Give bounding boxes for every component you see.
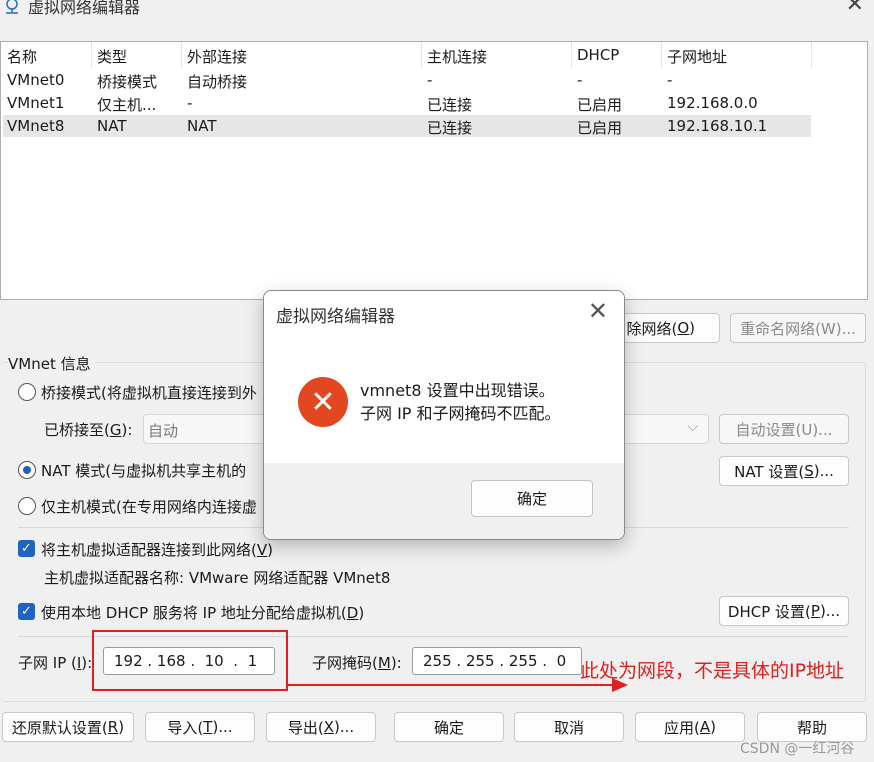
subnet-ip-label: 子网 IP (I): [18,654,93,672]
cell-external: NAT [187,117,217,135]
dialog-ok-button[interactable]: 确定 [471,480,593,517]
network-list[interactable]: 名称 类型 外部连接 主机连接 DHCP 子网地址 VMnet0 桥接模式 自动… [0,41,868,300]
nat-settings-button[interactable]: NAT 设置(S)... [719,456,849,486]
column-separator [811,42,812,68]
cell-subnet: - [667,71,673,89]
title-bar: 虚拟网络编辑器 ✕ [0,0,874,20]
table-row[interactable]: VMnet1 仅主机... - 已连接 已启用 192.168.0.0 [3,92,811,114]
dhcp-settings-button[interactable]: DHCP 设置(P)... [719,596,849,626]
column-separator [661,42,662,68]
connect-adapter-checkbox[interactable]: ✓ [18,540,35,557]
cell-name: VMnet1 [7,94,65,112]
chevron-down-icon: ⌵ [687,419,698,435]
column-header-external[interactable]: 外部连接 [187,46,247,67]
network-editor-icon [6,0,18,14]
vmnet-info-title: VMnet 信息 [8,353,95,374]
ok-button[interactable]: 确定 [394,712,504,742]
dialog-close-icon[interactable]: ✕ [588,297,608,325]
dhcp-label[interactable]: 使用本地 DHCP 服务将 IP 地址分配给虚拟机(D) [41,602,364,623]
window-close-icon[interactable]: ✕ [846,0,864,17]
error-message-line2: 子网 IP 和子网掩码不匹配。 [360,404,561,423]
nat-mode-radio[interactable] [18,461,36,479]
annotation-arrow [288,684,618,686]
annotation-text: 此处为网段，不是具体的IP地址 [580,660,845,682]
cell-type: 桥接模式 [97,73,158,91]
rename-network-button[interactable]: 重命名网络(W)... [730,313,866,343]
column-header-subnet[interactable]: 子网地址 [667,46,727,67]
apply-button[interactable]: 应用(A) [635,712,745,742]
cell-subnet: 192.168.10.1 [667,117,768,135]
bridged-mode-label[interactable]: 桥接模式(将虚拟机直接连接到外 [41,382,257,403]
table-row-selected[interactable]: VMnet8 NAT NAT 已连接 已启用 192.168.10.1 [3,115,811,137]
column-header-host[interactable]: 主机连接 [427,46,487,67]
nat-mode-label[interactable]: NAT 模式(与虚拟机共享主机的 [41,460,246,481]
restore-defaults-button[interactable]: 还原默认设置(R) [2,712,134,742]
column-separator [91,42,92,68]
bridged-to-value: 自动 [148,422,179,440]
subnet-mask-label: 子网掩码(M): [312,654,402,672]
column-separator [571,42,572,68]
cancel-button[interactable]: 取消 [514,712,624,742]
subnet-mask-input[interactable]: 255 . 255 . 255 . 0 [412,647,582,675]
error-icon: ✕ [298,377,348,427]
error-dialog: 虚拟网络编辑器 ✕ ✕ vmnet8 设置中出现错误。 子网 IP 和子网掩码不… [263,290,625,540]
column-header-name[interactable]: 名称 [7,46,37,67]
host-only-mode-radio[interactable] [18,497,36,515]
checkmark-icon: ✓ [21,604,32,619]
cell-host: 已连接 [427,96,473,114]
bridged-mode-radio[interactable] [18,383,36,401]
error-message-line1: vmnet8 设置中出现错误。 [360,381,555,400]
column-header-type[interactable]: 类型 [97,46,127,67]
window-title: 虚拟网络编辑器 [28,0,141,17]
column-separator [421,42,422,68]
cell-dhcp: - [577,71,583,89]
cell-subnet: 192.168.0.0 [667,94,758,112]
cell-dhcp: 已启用 [577,96,623,114]
annotation-box [92,630,288,691]
watermark: CSDN @一红河谷 [740,741,855,757]
cell-host: 已连接 [427,119,473,137]
export-button[interactable]: 导出(X)... [266,712,376,742]
dialog-title: 虚拟网络编辑器 [276,307,395,327]
cell-dhcp: 已启用 [577,119,623,137]
column-separator [181,42,182,68]
import-button[interactable]: 导入(T)... [145,712,255,742]
cell-name: VMnet0 [7,71,65,89]
checkmark-icon: ✓ [21,541,32,556]
adapter-name-label: 主机虚拟适配器名称: VMware 网络适配器 VMnet8 [44,569,391,587]
column-header-dhcp[interactable]: DHCP [577,46,619,64]
host-only-mode-label[interactable]: 仅主机模式(在专用网络内连接虚 [41,496,257,517]
connect-adapter-label[interactable]: 将主机虚拟适配器连接到此网络(V) [41,539,273,560]
cell-external: 自动桥接 [187,73,248,91]
cell-type: NAT [97,117,127,135]
auto-settings-button[interactable]: 自动设置(U)... [719,414,849,444]
cell-type: 仅主机... [97,96,157,114]
table-row[interactable]: VMnet0 桥接模式 自动桥接 - - - [3,69,811,91]
bridged-to-label: 已桥接至(G): [44,421,133,439]
dhcp-checkbox[interactable]: ✓ [18,603,35,620]
cell-host: - [427,71,433,89]
cell-name: VMnet8 [7,117,65,135]
dialog-footer: 确定 [264,463,624,539]
cell-external: - [187,94,193,112]
